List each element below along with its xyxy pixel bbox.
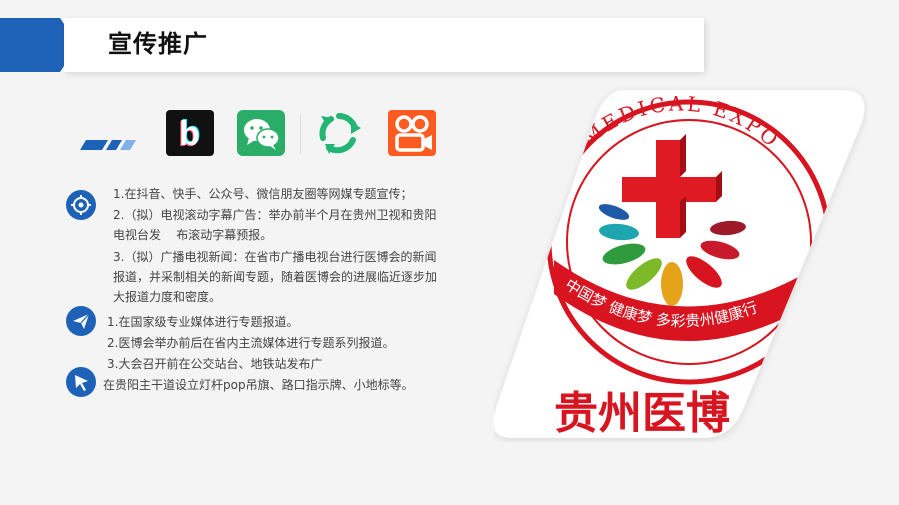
send-icon (66, 306, 96, 336)
stripe-decoration (80, 140, 136, 150)
badge-name-text: 贵州医博 (554, 388, 730, 439)
section2-line-2: 2.医博会举办前后在省内主流媒体进行专题系列报道。 (107, 336, 395, 350)
logo-divider (300, 114, 301, 154)
page-title: 宣传推广 (108, 30, 208, 58)
section2-line-1: 1.在国家级专业媒体进行专题报道。 (107, 315, 299, 329)
section2-line-4: 在贵阳主干道设立灯杆pop吊旗、路口指示牌、小地标等。 (103, 378, 414, 392)
bilibili-logo-icon: b b b (166, 110, 214, 156)
section1-line-2: 2.（拟）电视滚动字幕广告：举办前半个月在贵州卫视和贵阳 (113, 208, 437, 222)
target-icon (66, 190, 96, 220)
medical-expo-badge: MEDICAL EXPO 中国梦 健康梦 多彩贵州健康行 贵州医博 (494, 90, 865, 439)
section1-line-1: 1.在抖音、快手、公众号、微信朋友圈等网媒专题宣传； (113, 187, 413, 201)
cursor-icon (66, 367, 96, 397)
section1-line-5: 报道，并采制相关的新闻专题，随着医博会的进展临近逐步加 (113, 270, 438, 284)
section1-line-6: 大报道力度和密度。 (113, 290, 222, 304)
wechat-logo-icon (237, 110, 285, 156)
recycle-logo-icon (315, 110, 363, 156)
section2-line-3: 3.大会召开前在公交站台、地铁站发布广 (107, 357, 323, 371)
svg-text:b: b (179, 115, 200, 153)
section1-line-3: 电视台发 布滚动字幕预报。 (113, 228, 273, 242)
kuaishou-logo-icon (388, 110, 436, 156)
section1-line-4: 3.（拟）广播电视新闻：在省市广播电视台进行医博会的新闻 (113, 250, 437, 264)
